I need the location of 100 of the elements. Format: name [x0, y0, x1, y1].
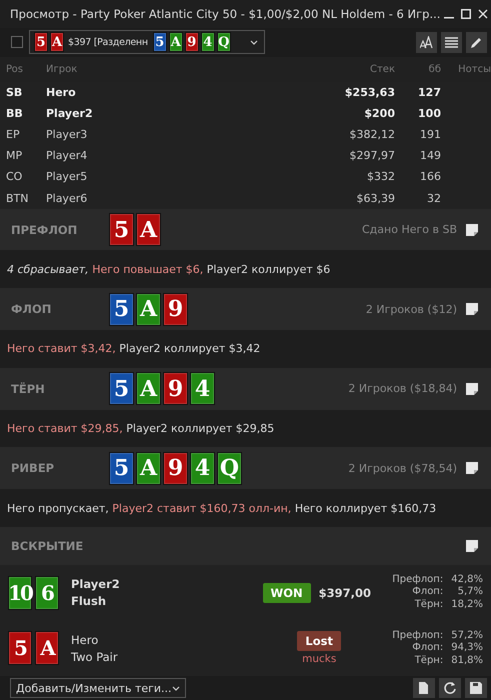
column-header: Стек: [369, 64, 395, 75]
result-badge: WON: [262, 582, 311, 603]
playing-card: 9: [163, 292, 188, 326]
player-name: Player2: [71, 577, 121, 592]
close-icon[interactable]: [478, 8, 488, 19]
equity-label: Тёрн:: [414, 598, 444, 612]
player-cell-text: Player5: [46, 170, 88, 184]
playing-card: A: [136, 213, 161, 246]
position-cell-text: EP: [6, 128, 21, 142]
position-cell-text: MP: [6, 149, 24, 162]
equity-label: Флоп:: [411, 642, 444, 655]
playing-card: 4: [200, 32, 215, 52]
street-title: РИВЕР: [11, 461, 56, 476]
equity-value: 81,8%: [451, 654, 483, 668]
action-line: Него ставит $29,85, Player2 коллирует $29,85: [7, 422, 274, 435]
stack-cell-text: $382,12: [348, 128, 395, 142]
playing-card: 5: [109, 372, 134, 406]
playing-card: 5: [109, 292, 134, 326]
position-cell-text: CO: [6, 170, 24, 184]
edit-icon: [470, 36, 483, 49]
street-title: ПРЕФЛОП: [11, 222, 78, 237]
edit-button[interactable]: [466, 32, 487, 53]
equity-label: Тёрн:: [414, 654, 444, 668]
playing-card: 5: [109, 213, 134, 246]
street-title: ВСКРЫТИЕ: [11, 538, 84, 553]
equity-value: 94,3%: [451, 642, 483, 655]
equity-label: Префлоп:: [392, 574, 444, 586]
font-size-button[interactable]: [416, 32, 437, 53]
save-button[interactable]: [465, 678, 487, 698]
column-header: бб: [428, 64, 441, 75]
player-cell-text: Hero: [46, 86, 77, 99]
note-icon[interactable]: [465, 302, 479, 316]
hand-name: Two Pair: [71, 650, 119, 664]
player-cell-text: Player6: [46, 192, 88, 205]
playing-card: 9: [163, 372, 188, 406]
playing-card: 5: [34, 32, 48, 52]
column-header: Игрок: [46, 64, 78, 75]
position-cell-text: BB: [6, 106, 24, 120]
won-amount: $397,00: [318, 586, 371, 600]
playing-card: A: [50, 32, 64, 52]
note-icon[interactable]: [465, 382, 479, 396]
playing-card: 6: [35, 576, 59, 610]
player-name: Hero: [71, 632, 100, 647]
playing-card: 4: [190, 372, 215, 406]
result-note: mucks: [302, 653, 336, 666]
playing-card: 9: [163, 452, 188, 485]
equity-label: Префлоп:: [392, 630, 444, 642]
pot-summary: 2 Игроков ($12): [366, 302, 457, 316]
playing-card: A: [136, 292, 161, 326]
refresh-button[interactable]: [439, 678, 461, 698]
font-size-icon: [420, 36, 433, 49]
tags-dropdown[interactable]: Добавить/Изменить теги...: [10, 678, 186, 698]
column-header: Нотсы: [457, 64, 491, 75]
result-badge: Lost: [297, 631, 341, 652]
hand-name: Flush: [71, 594, 108, 608]
hand-dropdown[interactable]: 5 A $397 [Разделенн 5 A 9 4 Q: [29, 30, 265, 54]
window-title: Просмотр - Party Poker Atlantic City 50 - $1,00/$2,00 NL Holdem - 6 Игр...: [10, 6, 440, 21]
player-cell-text: Player2: [46, 106, 94, 120]
action-line: Него пропускает, Player2 ставит $160,73 олл-ин, Него коллирует $160,73: [7, 502, 436, 515]
playing-card: A: [136, 452, 161, 485]
copy-icon: [417, 681, 431, 696]
playing-card: Q: [217, 452, 242, 485]
big-blinds-cell-text: 149: [419, 149, 441, 162]
playing-card: 9: [184, 32, 199, 52]
action-line: Него ставит $3,42, Player2 коллирует $3,42: [7, 342, 260, 356]
position-cell-text: SB: [6, 86, 24, 99]
pot-summary: Сдано Него в SB: [362, 223, 457, 236]
playing-card: 4: [190, 452, 215, 485]
note-icon[interactable]: [465, 461, 479, 476]
note-icon[interactable]: [465, 538, 479, 553]
playing-card: 5: [152, 32, 167, 52]
maximize-icon[interactable]: [460, 8, 471, 19]
player-cell-text: Player3: [46, 128, 88, 142]
action-line: 4 сбрасывает, Него повышает $6, Player2 коллирует $6: [7, 262, 330, 276]
equity-value: 18,2%: [451, 598, 483, 612]
playing-card: Q: [216, 32, 231, 52]
street-title: ФЛОП: [11, 302, 52, 316]
note-icon[interactable]: [465, 222, 479, 237]
big-blinds-cell-text: 166: [419, 170, 441, 184]
checkbox[interactable]: [11, 36, 23, 48]
playing-card: A: [35, 631, 59, 666]
stack-cell-text: $253,63: [344, 86, 395, 99]
hand-summary: $397 [Разделенн: [68, 36, 148, 48]
big-blinds-cell-text: 32: [426, 192, 441, 205]
playing-card: 5: [109, 452, 134, 485]
equity-value: 5,7%: [456, 586, 483, 599]
caret-icon: [172, 686, 180, 691]
big-blinds-cell-text: 127: [417, 86, 441, 99]
big-blinds-cell-text: 191: [419, 128, 441, 142]
stack-cell-text: $297,97: [348, 149, 395, 162]
position-cell-text: BTN: [6, 192, 30, 205]
copy-button[interactable]: [413, 678, 435, 698]
stack-cell-text: $332: [366, 170, 395, 184]
stack-cell-text: $200: [363, 106, 395, 120]
equity-label: Флоп:: [411, 586, 444, 599]
caret-icon: [250, 40, 258, 45]
list-button[interactable]: [441, 32, 462, 53]
pot-summary: 2 Игроков ($78,54): [348, 462, 457, 475]
list-icon: [445, 36, 458, 49]
playing-card: A: [168, 32, 183, 52]
